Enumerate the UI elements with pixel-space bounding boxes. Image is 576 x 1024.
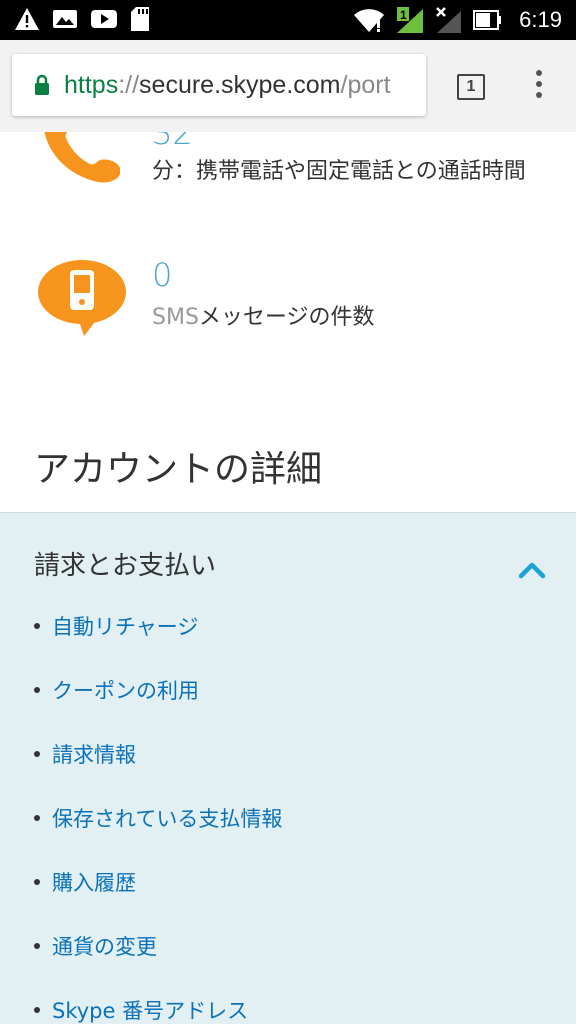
account-details-title: アカウントの詳細: [34, 449, 323, 490]
sms-icon: [38, 260, 126, 336]
bullet: [34, 623, 40, 629]
call-minutes-description: 分：携帯電話や固定電話との通話時間: [152, 159, 526, 184]
sd-card-icon: [131, 7, 149, 31]
bullet: [34, 815, 40, 821]
url-text: https://secure.skype.com/port: [64, 71, 391, 100]
lock-icon: [35, 74, 49, 95]
auto-recharge-link[interactable]: 自動リチャージ: [52, 613, 198, 641]
signal-icon: 1: [397, 7, 424, 33]
list-item: 請求情報: [34, 741, 282, 805]
status-bar-system: 1 6:19: [353, 6, 562, 34]
billing-section-title[interactable]: 請求とお支払い: [34, 545, 216, 582]
overflow-menu-icon[interactable]: [530, 70, 548, 104]
browser-toolbar: https://secure.skype.com/port 1: [0, 40, 576, 132]
list-item: 購入履歴: [34, 869, 282, 933]
wifi-icon: [354, 9, 385, 33]
youtube-icon: [91, 10, 117, 28]
bullet: [34, 1007, 40, 1013]
chevron-up-icon[interactable]: [518, 561, 546, 579]
address-bar[interactable]: https://secure.skype.com/port: [12, 54, 426, 116]
bullet: [34, 879, 40, 885]
saved-payment-link[interactable]: 保存されている支払情報: [52, 805, 282, 833]
call-minutes-value: 32: [152, 132, 193, 152]
sms-prefix: SMS: [152, 305, 199, 330]
sms-description-text: メッセージの件数: [198, 305, 375, 330]
bullet: [34, 943, 40, 949]
url-host: secure.skype.com: [139, 70, 341, 99]
bullet: [34, 687, 40, 693]
billing-panel: 請求とお支払い 自動リチャージ クーポンの利用 請求情報 保存されている支払情報…: [0, 512, 576, 1024]
battery-icon: [473, 10, 502, 30]
status-time: 6:19: [519, 7, 562, 32]
sms-count-value: 0: [152, 256, 173, 294]
url-path: /port: [340, 70, 391, 99]
signal-badge: 1: [400, 8, 407, 22]
list-item: 保存されている支払情報: [34, 805, 282, 869]
list-item: 自動リチャージ: [34, 613, 282, 677]
url-scheme: https: [64, 70, 119, 99]
tab-switcher-button[interactable]: 1: [457, 74, 485, 100]
status-bar-notifications: [14, 6, 150, 32]
billing-links-list: 自動リチャージ クーポンの利用 請求情報 保存されている支払情報 購入履歴 通貨…: [34, 613, 282, 1024]
page-content: 32 分：携帯電話や固定電話との通話時間 0 SMSメッセージの件数 アカウント…: [0, 132, 576, 1024]
change-currency-link[interactable]: 通貨の変更: [52, 933, 157, 961]
sms-count-description: SMSメッセージの件数: [152, 302, 374, 334]
purchase-history-link[interactable]: 購入履歴: [52, 869, 136, 897]
list-item: Skype 番号アドレス: [34, 997, 282, 1024]
billing-info-link[interactable]: 請求情報: [52, 741, 136, 769]
status-bar: 1 6:19: [0, 0, 576, 40]
signal-x-icon: [436, 7, 462, 33]
image-icon: [53, 10, 77, 28]
list-item: 通貨の変更: [34, 933, 282, 997]
phone-icon: [44, 132, 120, 183]
redeem-coupon-link[interactable]: クーポンの利用: [52, 677, 199, 705]
url-separator: ://: [118, 70, 140, 99]
skype-number-address-link[interactable]: Skype 番号アドレス: [52, 997, 248, 1024]
bullet: [34, 751, 40, 757]
list-item: クーポンの利用: [34, 677, 282, 741]
warning-icon: [15, 8, 39, 30]
